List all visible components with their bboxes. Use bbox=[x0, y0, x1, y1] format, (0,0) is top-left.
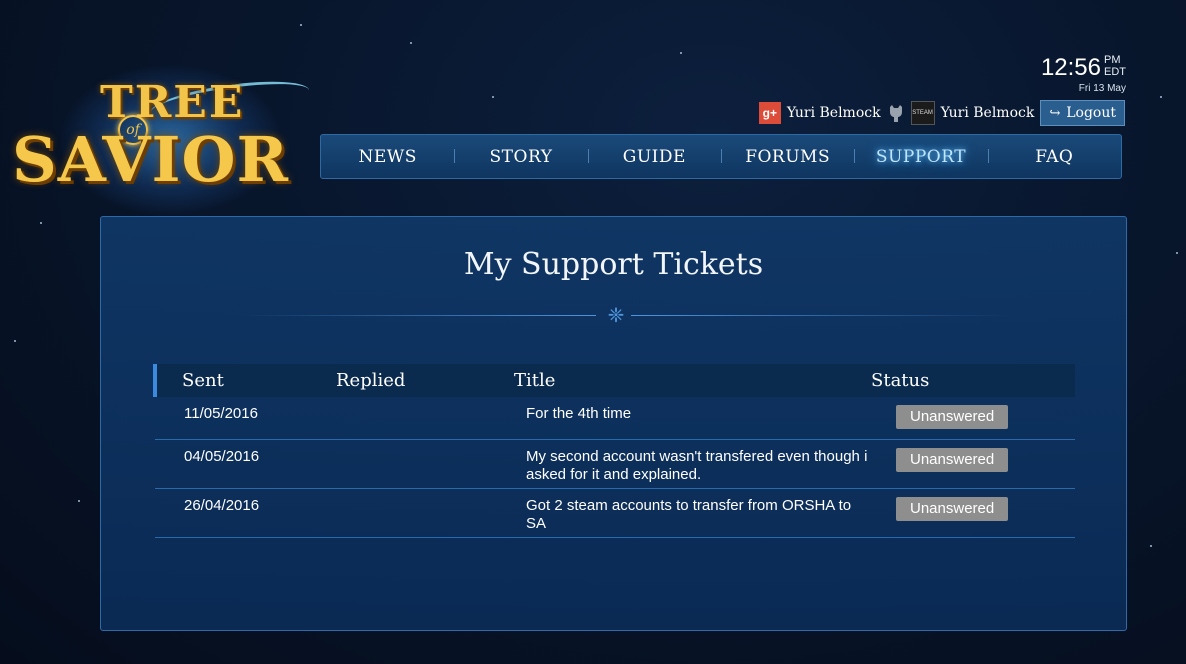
clock-time: 12:56 bbox=[1040, 54, 1101, 81]
ticket-title[interactable]: For the 4th time bbox=[514, 397, 871, 439]
column-header-title: Title bbox=[514, 370, 556, 391]
table-row[interactable]: 04/05/2016 My second account wasn't tran… bbox=[155, 439, 1075, 488]
ticket-sent-date: 11/05/2016 bbox=[184, 405, 258, 422]
ticket-status-cell: Unanswered bbox=[871, 397, 1075, 439]
ticket-replied-date bbox=[336, 439, 514, 488]
user-bar: g+ Yuri Belmock STEAM Yuri Belmock ↪ Log… bbox=[758, 100, 1125, 126]
clock-date: Fri 13 May bbox=[1078, 83, 1126, 94]
divider-line-left bbox=[241, 315, 596, 316]
ticket-title[interactable]: Got 2 steam accounts to transfer from OR… bbox=[514, 488, 871, 537]
tickets-table: Sent Replied Title Status 11/05/2016 For… bbox=[153, 364, 1075, 538]
ticket-title[interactable]: My second account wasn't transfered even… bbox=[514, 439, 871, 488]
main-nav: NEWS STORY GUIDE FORUMS SUPPORT FAQ bbox=[320, 134, 1122, 179]
nav-news[interactable]: NEWS bbox=[321, 147, 454, 167]
ticket-replied-date bbox=[336, 488, 514, 537]
title-divider: ❈ bbox=[241, 305, 1011, 327]
steam-icon[interactable]: STEAM bbox=[910, 101, 935, 125]
clock-timezone: EDT bbox=[1104, 66, 1126, 78]
ticket-replied-date bbox=[336, 397, 514, 439]
clock-ampm: PM bbox=[1104, 54, 1121, 66]
table-row[interactable]: 26/04/2016 Got 2 steam accounts to trans… bbox=[155, 488, 1075, 537]
clock-ampm-tz: PM EDT bbox=[1104, 54, 1126, 78]
ticket-status-cell: Unanswered bbox=[871, 488, 1075, 537]
ornament-icon: ❈ bbox=[607, 305, 625, 327]
column-header-sent: Sent bbox=[182, 370, 224, 391]
nav-forums[interactable]: FORUMS bbox=[720, 147, 854, 167]
column-header-status: Status bbox=[871, 370, 930, 391]
ticket-sent-date: 26/04/2016 bbox=[184, 496, 260, 514]
steam-username[interactable]: Yuri Belmock bbox=[941, 105, 1035, 121]
column-header-replied: Replied bbox=[336, 370, 406, 391]
ticket-status-cell: Unanswered bbox=[871, 439, 1075, 488]
logo-word-savior: SAVIOR bbox=[12, 123, 290, 196]
nav-support[interactable]: SUPPORT bbox=[854, 147, 987, 167]
logout-button[interactable]: ↪ Logout bbox=[1040, 100, 1125, 126]
table-header-row: Sent Replied Title Status bbox=[155, 364, 1075, 397]
status-badge: Unanswered bbox=[896, 447, 1009, 472]
nav-guide[interactable]: GUIDE bbox=[587, 147, 721, 167]
table-row[interactable]: 11/05/2016 For the 4th time Unanswered bbox=[155, 397, 1075, 439]
nav-story[interactable]: STORY bbox=[454, 147, 587, 167]
github-icon[interactable] bbox=[887, 103, 905, 123]
divider-line-right bbox=[631, 315, 1011, 316]
nav-faq[interactable]: FAQ bbox=[987, 147, 1121, 167]
gplus-username[interactable]: Yuri Belmock bbox=[787, 105, 881, 121]
ticket-sent-date: 04/05/2016 bbox=[184, 447, 260, 465]
status-badge: Unanswered bbox=[896, 405, 1009, 429]
logout-icon: ↪ bbox=[1049, 105, 1061, 121]
page-title: My Support Tickets bbox=[463, 247, 764, 282]
logout-label: Logout bbox=[1066, 105, 1116, 121]
google-plus-icon[interactable]: g+ bbox=[758, 102, 781, 124]
clock: 12:56 PM EDT Fri 13 May bbox=[1041, 54, 1126, 94]
support-tickets-panel: My Support Tickets ❈ Sent Replied Title … bbox=[100, 216, 1127, 631]
tree-of-savior-logo[interactable]: TREE of SAVIOR bbox=[0, 55, 345, 220]
status-badge: Unanswered bbox=[896, 496, 1009, 521]
